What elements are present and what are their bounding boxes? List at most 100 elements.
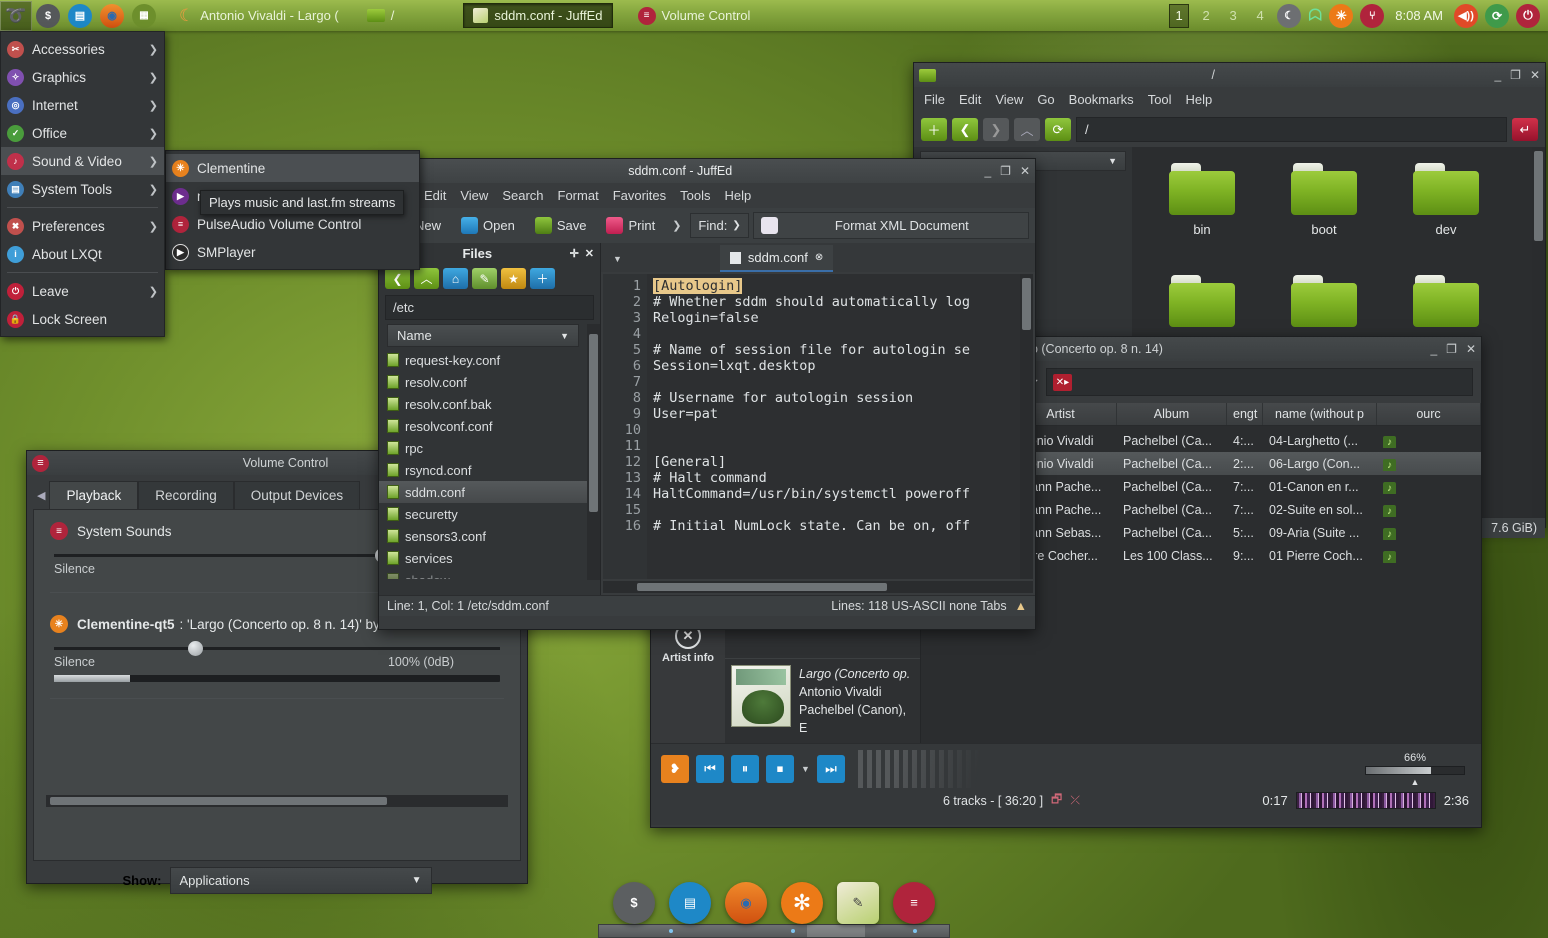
menu-help[interactable]: Help xyxy=(725,188,752,203)
task-file-manager[interactable]: / xyxy=(358,3,404,28)
juffed-toolbar[interactable]: New Open Save Print ❯ Find: ❯ Format XML… xyxy=(379,208,1035,243)
desktop-1[interactable]: 1 xyxy=(1169,4,1189,28)
col-filename[interactable]: name (without p xyxy=(1263,403,1377,425)
volume-handle[interactable]: ▲ xyxy=(1411,777,1420,787)
list-item[interactable]: shadow xyxy=(379,569,587,579)
volume-slider[interactable] xyxy=(54,647,500,650)
volume-slider[interactable] xyxy=(1365,766,1465,775)
stop-menu-chevron-icon[interactable]: ▼ xyxy=(801,764,810,774)
seek-slider[interactable] xyxy=(1296,792,1436,809)
editor-hscrollbar[interactable] xyxy=(603,581,1033,593)
moon-icon[interactable]: ☾ xyxy=(1277,4,1301,28)
menu-tool[interactable]: Tool xyxy=(1148,92,1172,107)
file-list-scrollbar[interactable] xyxy=(587,324,600,580)
print-button[interactable]: Print xyxy=(598,212,663,239)
folder-item[interactable]: dev xyxy=(1386,157,1506,267)
list-item[interactable]: resolv.conf.bak xyxy=(379,393,587,415)
path-input[interactable]: /etc xyxy=(385,295,594,320)
show-select[interactable]: Applications ▼ xyxy=(170,867,432,894)
shuffle-icon[interactable]: ⤫ xyxy=(1070,793,1080,808)
submenu-item-smplayer[interactable]: ▶SMPlayer xyxy=(166,238,419,266)
refresh-icon[interactable]: ⟳ xyxy=(1485,4,1509,28)
clementine-tray-icon[interactable]: ✳ xyxy=(1329,4,1353,28)
go-icon[interactable]: ↵ xyxy=(1512,118,1538,141)
code-text[interactable]: [Autologin]# Whether sddm should automat… xyxy=(647,274,1020,579)
launcher-screen[interactable]: ▦ xyxy=(128,1,160,31)
minimize-button[interactable]: _ xyxy=(1430,342,1437,356)
tab-playback[interactable]: Playback xyxy=(49,481,138,509)
pause-icon[interactable]: ⏸ xyxy=(731,755,759,783)
start-menu[interactable]: ✂Accessories❯ ✧Graphics❯ ◎Internet❯ ✓Off… xyxy=(0,31,165,337)
back-icon[interactable]: ❮ xyxy=(385,268,410,289)
tab-recording[interactable]: Recording xyxy=(138,481,234,509)
home-icon[interactable]: ⌂ xyxy=(443,268,468,289)
power-icon[interactable]: ⏻ xyxy=(1516,4,1540,28)
file-manager-toolbar[interactable]: ＋ ❮ ❯ ︿ ⟳ / ↵ xyxy=(914,112,1545,147)
playback-hscrollbar[interactable] xyxy=(46,795,508,807)
edit-icon[interactable]: ✎ xyxy=(472,268,497,289)
col-source[interactable]: ourc xyxy=(1377,403,1481,425)
ghost-icon[interactable]: ᗣ xyxy=(1308,6,1322,26)
format-xml-button[interactable]: Format XML Document xyxy=(753,212,1029,239)
launcher-file-manager[interactable]: ▤ xyxy=(64,1,96,31)
chevron-right-icon[interactable]: ❯ xyxy=(732,220,740,231)
desktop-dock[interactable]: $ ▤ ◉ ✻ ✎ ≡ xyxy=(598,875,950,930)
clock[interactable]: 8:08 AM xyxy=(1391,8,1447,23)
clementine-player-controls[interactable]: ❥ ⏮ ⏸ ⏹ ▼ ⏭ 66% ▲ 6 tracks - [ 36:20 ] 🗗… xyxy=(651,743,1481,825)
menu-file[interactable]: File xyxy=(924,92,945,107)
folder-view-scrollbar[interactable] xyxy=(1532,147,1545,517)
list-item[interactable]: sensors3.conf xyxy=(379,525,587,547)
close-panel-icon[interactable]: ✕ xyxy=(585,247,594,260)
love-icon[interactable]: ❥ xyxy=(661,755,689,783)
launcher-terminal[interactable]: $ xyxy=(32,1,64,31)
task-volume-control[interactable]: ≡ Volume Control xyxy=(629,3,760,28)
menu-edit[interactable]: Edit xyxy=(424,188,446,203)
tab-output-devices[interactable]: Output Devices xyxy=(234,481,360,509)
tab-list-chevron-icon[interactable]: ▼ xyxy=(605,254,630,264)
juffed-menubar[interactable]: File Edit View Search Format Favorites T… xyxy=(379,183,1035,208)
tabs-scroll-left[interactable]: ◀ xyxy=(33,489,49,502)
playlist-search-input[interactable]: ✕▸ xyxy=(1046,368,1473,396)
menu-item-leave[interactable]: ⏻Leave❯ xyxy=(1,277,164,305)
list-item[interactable]: resolvconf.conf xyxy=(379,415,587,437)
desktop-3[interactable]: 3 xyxy=(1223,4,1243,28)
editor-tabbar[interactable]: ▼ sddm.conf ⊗ xyxy=(601,243,1035,272)
lxqt-menu-button[interactable]: ➰ xyxy=(0,1,32,31)
task-juffed[interactable]: sddm.conf - JuffEd xyxy=(463,3,612,28)
system-tray[interactable]: 1 2 3 4 ☾ ᗣ ✳ ⑂ 8:08 AM ◀)) ⟳ ⏻ xyxy=(1169,4,1548,28)
menu-item-lock-screen[interactable]: 🔒Lock Screen xyxy=(1,305,164,333)
menu-item-preferences[interactable]: ✖Preferences❯ xyxy=(1,212,164,240)
open-button[interactable]: Open xyxy=(453,212,523,239)
menu-help[interactable]: Help xyxy=(1186,92,1213,107)
juffed-dock-icon[interactable]: ✎ xyxy=(837,882,879,924)
menu-item-internet[interactable]: ◎Internet❯ xyxy=(1,91,164,119)
float-panel-icon[interactable]: ✛ xyxy=(570,247,579,260)
clear-search-icon[interactable]: ✕▸ xyxy=(1053,374,1072,391)
minimize-button[interactable]: _ xyxy=(984,164,991,178)
menu-item-system-tools[interactable]: ▤System Tools❯ xyxy=(1,175,164,203)
menu-item-graphics[interactable]: ✧Graphics❯ xyxy=(1,63,164,91)
firefox-dock-icon[interactable]: ◉ xyxy=(725,882,767,924)
save-button[interactable]: Save xyxy=(527,212,595,239)
list-item[interactable]: rpc xyxy=(379,437,587,459)
volume-dock-icon[interactable]: ≡ xyxy=(893,882,935,924)
reload-icon[interactable]: ⟳ xyxy=(1045,118,1071,141)
file-list[interactable]: request-key.conf resolv.conf resolv.conf… xyxy=(379,349,587,579)
forward-icon[interactable]: ❯ xyxy=(983,118,1009,141)
file-manager-titlebar[interactable]: / _❐✕ xyxy=(914,63,1545,87)
tab-sddm-conf[interactable]: sddm.conf ⊗ xyxy=(720,245,833,272)
editor-vscrollbar[interactable] xyxy=(1020,274,1033,579)
code-editor[interactable]: 12345678910111213141516 [Autologin]# Whe… xyxy=(603,274,1033,579)
file-manager-menubar[interactable]: File Edit View Go Bookmarks Tool Help xyxy=(914,87,1545,112)
list-item[interactable]: request-key.conf xyxy=(379,349,587,371)
menu-view[interactable]: View xyxy=(995,92,1023,107)
chevron-down-icon[interactable]: ▼ xyxy=(560,331,569,341)
close-button[interactable]: ✕ xyxy=(1530,68,1540,82)
previous-icon[interactable]: ⏮ xyxy=(696,755,724,783)
maximize-button[interactable]: ❐ xyxy=(1446,342,1457,356)
menu-go[interactable]: Go xyxy=(1037,92,1054,107)
menu-item-office[interactable]: ✓Office❯ xyxy=(1,119,164,147)
usb-icon[interactable]: ⑂ xyxy=(1360,4,1384,28)
filemanager-dock-icon[interactable]: ▤ xyxy=(669,882,711,924)
list-item[interactable]: securetty xyxy=(379,503,587,525)
